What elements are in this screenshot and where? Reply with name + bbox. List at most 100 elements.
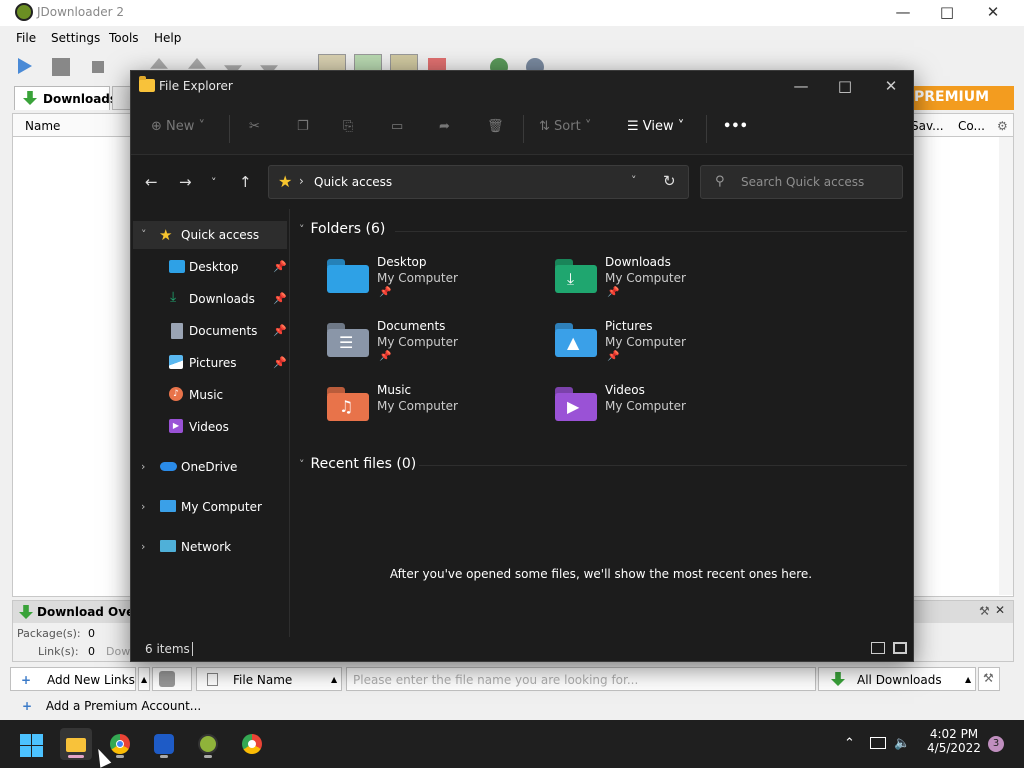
column-comment[interactable]: Co... bbox=[958, 119, 985, 133]
sidebar-item-quick-access[interactable]: ˅ ★ Quick access bbox=[133, 221, 287, 249]
folder-tile-downloads[interactable]: ⤓ Downloads My Computer 📌 bbox=[555, 255, 775, 311]
minimize-button[interactable]: — bbox=[880, 2, 926, 24]
overview-settings-icon[interactable]: ⚒ bbox=[979, 604, 990, 618]
forward-arrow-icon[interactable]: → bbox=[179, 173, 192, 191]
menu-file[interactable]: File bbox=[16, 31, 36, 45]
sidebar-item-desktop[interactable]: Desktop 📌 bbox=[133, 253, 287, 281]
file-name-search-input[interactable]: Please enter the file name you are looki… bbox=[346, 667, 816, 691]
sidebar-item-onedrive[interactable]: › OneDrive bbox=[133, 453, 287, 481]
rename-icon[interactable]: ▭ bbox=[391, 119, 403, 134]
sidebar-item-videos[interactable]: ▶ Videos bbox=[133, 413, 287, 441]
volume-icon[interactable]: 🔈 bbox=[894, 736, 910, 751]
folder-tile-pictures[interactable]: ▲ Pictures My Computer 📌 bbox=[555, 319, 775, 375]
delete-icon[interactable]: 🗑 bbox=[487, 119, 504, 134]
system-clock[interactable]: 4:02 PM 4/5/2022 bbox=[922, 727, 986, 755]
pin-icon: 📌 bbox=[379, 351, 392, 362]
sidebar-item-documents[interactable]: Documents 📌 bbox=[133, 317, 287, 345]
taskbar-file-explorer[interactable] bbox=[60, 728, 92, 760]
overview-close-icon[interactable]: ✕ bbox=[995, 603, 1005, 617]
taskbar-jdownloader[interactable] bbox=[192, 728, 224, 760]
folder-tile-desktop[interactable]: Desktop My Computer 📌 bbox=[327, 255, 547, 311]
column-settings-icon[interactable]: ⚙ bbox=[997, 119, 1008, 133]
sidebar-item-network[interactable]: › Network bbox=[133, 533, 287, 561]
folder-tile-documents[interactable]: ☰ Documents My Computer 📌 bbox=[327, 319, 547, 375]
navigation-bar: ← → ˅ ↑ ★ › Quick access ˅ ↻ ⚲ Search Qu… bbox=[131, 155, 913, 209]
search-field-selector[interactable]: File Name ▲ bbox=[196, 667, 342, 691]
sidebar-item-downloads[interactable]: ⤓ Downloads 📌 bbox=[133, 285, 287, 313]
view-button[interactable]: ☰ View ˅ bbox=[627, 119, 684, 134]
stop-icon[interactable] bbox=[92, 61, 104, 73]
large-icons-view-icon[interactable] bbox=[893, 642, 907, 654]
add-new-links-button[interactable]: + Add New Links bbox=[10, 667, 136, 691]
folder-location: My Computer bbox=[605, 335, 686, 349]
add-plus-icon: + bbox=[21, 673, 32, 687]
pin-icon: 📌 bbox=[273, 324, 287, 337]
column-name[interactable]: Name bbox=[25, 119, 60, 133]
expand-chevron-icon[interactable]: › bbox=[141, 460, 145, 473]
expand-chevron-icon[interactable]: › bbox=[141, 540, 145, 553]
notification-badge[interactable]: 3 bbox=[988, 736, 1004, 752]
menu-settings[interactable]: Settings bbox=[51, 31, 100, 45]
recent-locations-chevron-icon[interactable]: ˅ bbox=[211, 176, 217, 189]
recent-files-group-header[interactable]: ˅ Recent files (0) bbox=[299, 456, 416, 472]
cut-icon[interactable]: ✂ bbox=[249, 119, 260, 134]
folder-name: Pictures bbox=[605, 319, 653, 333]
add-links-menu-button[interactable]: ▲ bbox=[138, 667, 150, 691]
group-divider bbox=[395, 231, 907, 232]
download-arrow-icon bbox=[23, 91, 37, 105]
explorer-minimize-button[interactable]: — bbox=[781, 75, 821, 99]
sidebar-item-pictures[interactable]: Pictures 📌 bbox=[133, 349, 287, 377]
start-button[interactable] bbox=[16, 728, 48, 760]
search-box[interactable]: ⚲ Search Quick access bbox=[700, 165, 903, 199]
address-dropdown-icon[interactable]: ˅ bbox=[631, 174, 637, 187]
folder-name: Music bbox=[377, 383, 412, 397]
collapse-chevron-icon: ˅ bbox=[299, 458, 305, 471]
sidebar-item-label: Network bbox=[181, 540, 232, 554]
new-button[interactable]: ⊕ New ˅ bbox=[151, 119, 205, 134]
paste-icon[interactable]: ⎘ bbox=[343, 119, 353, 134]
address-bar[interactable]: ★ › Quick access ˅ ↻ bbox=[268, 165, 689, 199]
navigation-pane: ˅ ★ Quick access Desktop 📌 ⤓ Downloads 📌… bbox=[131, 209, 289, 637]
sidebar-item-music[interactable]: ♪ Music bbox=[133, 381, 287, 409]
document-lines-icon: ☰ bbox=[339, 333, 354, 352]
folder-tile-music[interactable]: ♫ Music My Computer bbox=[327, 383, 547, 439]
add-premium-account-link[interactable]: + Add a Premium Account... bbox=[22, 699, 201, 713]
copy-icon[interactable]: ❐ bbox=[297, 119, 309, 134]
premium-banner[interactable]: PREMIUM bbox=[908, 86, 1014, 110]
taskbar-browser[interactable] bbox=[236, 728, 268, 760]
explorer-close-button[interactable]: ✕ bbox=[871, 75, 911, 99]
play-icon[interactable] bbox=[18, 58, 32, 74]
show-hidden-icons-chevron-icon[interactable]: ⌃ bbox=[844, 736, 855, 751]
share-icon[interactable]: ➦ bbox=[439, 119, 450, 134]
taskbar-app-blue[interactable] bbox=[148, 728, 180, 760]
menu-tools[interactable]: Tools bbox=[109, 31, 139, 45]
pause-icon[interactable] bbox=[52, 58, 70, 76]
expand-chevron-icon[interactable]: ˅ bbox=[141, 228, 147, 241]
maximize-button[interactable]: □ bbox=[924, 2, 970, 24]
tab-downloads[interactable]: Downloads bbox=[14, 86, 117, 110]
folders-group-header[interactable]: ˅ Folders (6) bbox=[299, 221, 385, 237]
up-arrow-icon[interactable]: ↑ bbox=[239, 173, 252, 191]
menu-help[interactable]: Help bbox=[154, 31, 181, 45]
refresh-icon[interactable]: ↻ bbox=[663, 172, 676, 190]
sidebar-item-my-computer[interactable]: › My Computer bbox=[133, 493, 287, 521]
network-tray-icon[interactable] bbox=[870, 737, 886, 749]
taskbar-chrome[interactable] bbox=[104, 728, 136, 760]
folder-tile-videos[interactable]: ▶ Videos My Computer bbox=[555, 383, 775, 439]
sort-button[interactable]: ⇅ Sort ˅ bbox=[539, 119, 591, 134]
desktop-folder-icon bbox=[327, 259, 369, 293]
bottombar-settings-button[interactable]: ⚒ bbox=[978, 667, 1000, 691]
explorer-maximize-button[interactable]: □ bbox=[825, 75, 865, 99]
back-arrow-icon[interactable]: ← bbox=[145, 173, 158, 191]
expand-chevron-icon[interactable]: › bbox=[141, 500, 145, 513]
download-list-scrollbar[interactable] bbox=[999, 137, 1013, 595]
delete-button[interactable] bbox=[152, 667, 192, 691]
see-more-button[interactable]: ••• bbox=[723, 119, 748, 134]
pictures-folder-icon: ▲ bbox=[555, 323, 597, 357]
details-view-icon[interactable] bbox=[871, 642, 885, 654]
close-button[interactable]: ✕ bbox=[970, 2, 1016, 24]
pane-splitter[interactable] bbox=[289, 209, 290, 637]
column-save[interactable]: Sav... bbox=[911, 119, 944, 133]
all-downloads-selector[interactable]: All Downloads ▲ bbox=[818, 667, 976, 691]
tab-linkgrabber[interactable] bbox=[112, 86, 132, 110]
